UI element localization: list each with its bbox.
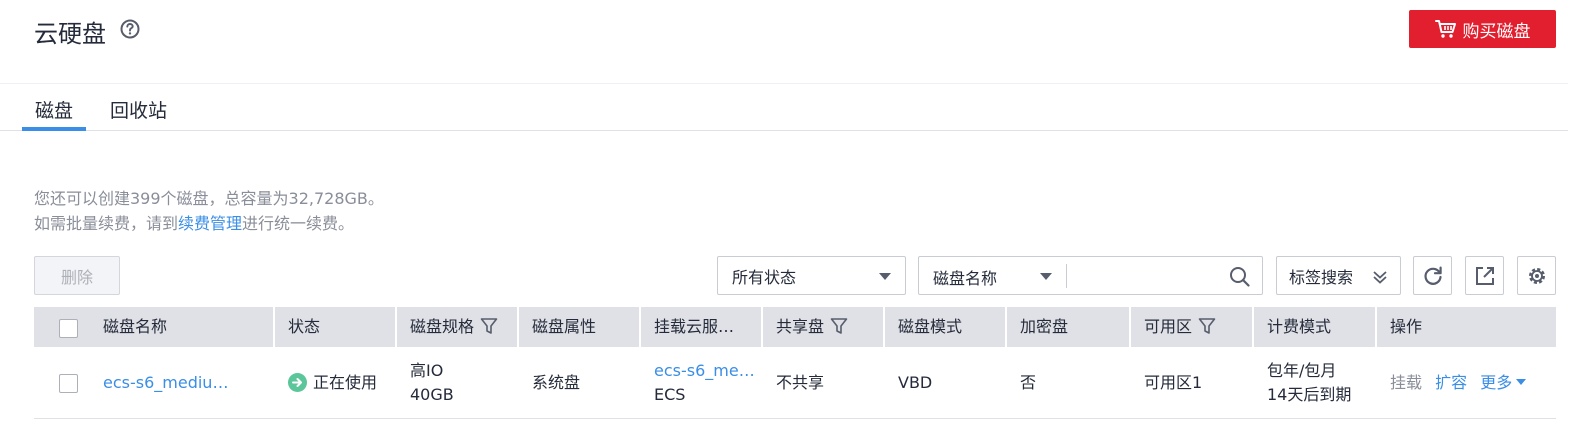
- col-zone: 可用区: [1131, 307, 1216, 347]
- status-text: 正在使用: [313, 373, 378, 392]
- search-type-select[interactable]: 磁盘名称: [933, 265, 997, 289]
- double-chevron-down-icon: [1373, 271, 1387, 284]
- col-disk-spec-label: 磁盘规格: [410, 317, 475, 336]
- select-all-checkbox[interactable]: [59, 319, 78, 338]
- help-icon[interactable]: [120, 19, 140, 39]
- filter-icon[interactable]: [1198, 317, 1216, 335]
- search-divider: [1066, 264, 1067, 288]
- search-input[interactable]: [1071, 260, 1221, 291]
- disk-name-link[interactable]: ecs-s6_mediu…: [103, 371, 228, 395]
- col-operation: 操作: [1390, 317, 1423, 336]
- attached-server-cell: ecs-s6_me… ECS: [654, 359, 755, 407]
- more-label: 更多: [1480, 373, 1513, 392]
- tag-search-label: 标签搜索: [1289, 267, 1354, 287]
- col-shared: 共享盘: [763, 307, 848, 347]
- col-attached-server: 挂载云服…: [654, 317, 735, 336]
- attach-link[interactable]: 挂载: [1390, 373, 1422, 392]
- col-disk-spec: 磁盘规格: [397, 307, 498, 347]
- col-status: 状态: [288, 317, 321, 336]
- buy-disk-button[interactable]: 购买磁盘: [1409, 10, 1556, 48]
- billing-cell: 包年/包月 14天后到期: [1267, 359, 1351, 407]
- status-in-use-icon: [288, 373, 307, 392]
- tag-search-button[interactable]: 标签搜索: [1276, 256, 1401, 295]
- col-zone-label: 可用区: [1144, 317, 1193, 336]
- search-box: 磁盘名称: [918, 256, 1263, 295]
- disk-mode-cell: VBD: [898, 373, 933, 392]
- tab-disk[interactable]: 磁盘: [22, 96, 86, 130]
- chevron-down-icon: [1516, 379, 1527, 385]
- status-filter-value: 所有状态: [732, 267, 797, 287]
- renewal-info-suffix: 进行统一续费。: [242, 214, 355, 233]
- col-disk-attribute: 磁盘属性: [532, 317, 597, 336]
- billing-type: 包年/包月: [1267, 361, 1337, 380]
- col-encrypted: 加密盘: [1020, 317, 1069, 336]
- more-dropdown[interactable]: 更多: [1480, 373, 1527, 392]
- server-type: ECS: [654, 385, 686, 404]
- page-title: 云硬盘: [34, 20, 106, 48]
- filter-icon[interactable]: [830, 317, 848, 335]
- tabs-divider: [0, 130, 1568, 131]
- renewal-info: 如需批量续费，请到续费管理进行统一续费。: [34, 210, 354, 234]
- disk-spec-size: 40GB: [410, 385, 454, 404]
- cart-icon: [1434, 20, 1456, 38]
- refresh-icon: [1423, 266, 1442, 285]
- quota-info: 您还可以创建399个磁盘，总容量为32,728GB。: [34, 189, 384, 208]
- status-cell: 正在使用: [288, 371, 377, 395]
- status-filter-select[interactable]: 所有状态: [717, 256, 906, 295]
- disk-attribute-cell: 系统盘: [532, 373, 581, 392]
- delete-button[interactable]: 删除: [34, 256, 120, 295]
- export-icon: [1475, 266, 1494, 285]
- row-checkbox[interactable]: [59, 374, 78, 393]
- col-shared-label: 共享盘: [776, 317, 825, 336]
- export-button[interactable]: [1465, 256, 1504, 295]
- settings-button[interactable]: [1517, 256, 1556, 295]
- buy-disk-label: 购买磁盘: [1462, 21, 1531, 42]
- billing-expire: 14天后到期: [1267, 385, 1352, 404]
- col-disk-name: 磁盘名称: [103, 317, 168, 336]
- renewal-management-link[interactable]: 续费管理: [178, 214, 242, 233]
- table-header: 磁盘名称 状态 磁盘规格 磁盘属性 挂载云服… 共享盘 磁盘模式 加密盘 可用区…: [34, 307, 1556, 347]
- server-name-link[interactable]: ecs-s6_me…: [654, 359, 755, 383]
- disk-spec-type: 高IO: [410, 361, 444, 380]
- chevron-down-icon: [1040, 273, 1052, 280]
- filter-icon[interactable]: [480, 317, 498, 335]
- header-divider: [0, 83, 1568, 84]
- table-row: ecs-s6_mediu… 正在使用 高IO 40GB 系统盘 ecs-s6_m…: [34, 347, 1556, 419]
- zone-cell: 可用区1: [1144, 373, 1203, 392]
- tab-recycle-bin[interactable]: 回收站: [110, 96, 167, 130]
- search-icon[interactable]: [1229, 266, 1250, 287]
- active-tab-indicator: [22, 127, 86, 131]
- col-disk-mode: 磁盘模式: [898, 317, 963, 336]
- disk-spec-cell: 高IO 40GB: [410, 359, 454, 407]
- shared-cell: 不共享: [776, 373, 825, 392]
- col-billing-mode: 计费模式: [1267, 317, 1332, 336]
- gear-icon: [1528, 267, 1545, 284]
- encrypted-cell: 否: [1020, 373, 1037, 392]
- operation-cell: 挂载 扩容 更多: [1390, 371, 1527, 395]
- expand-link[interactable]: 扩容: [1435, 373, 1467, 392]
- renewal-info-prefix: 如需批量续费，请到: [34, 214, 179, 233]
- chevron-down-icon: [879, 273, 891, 280]
- refresh-button[interactable]: [1413, 256, 1452, 295]
